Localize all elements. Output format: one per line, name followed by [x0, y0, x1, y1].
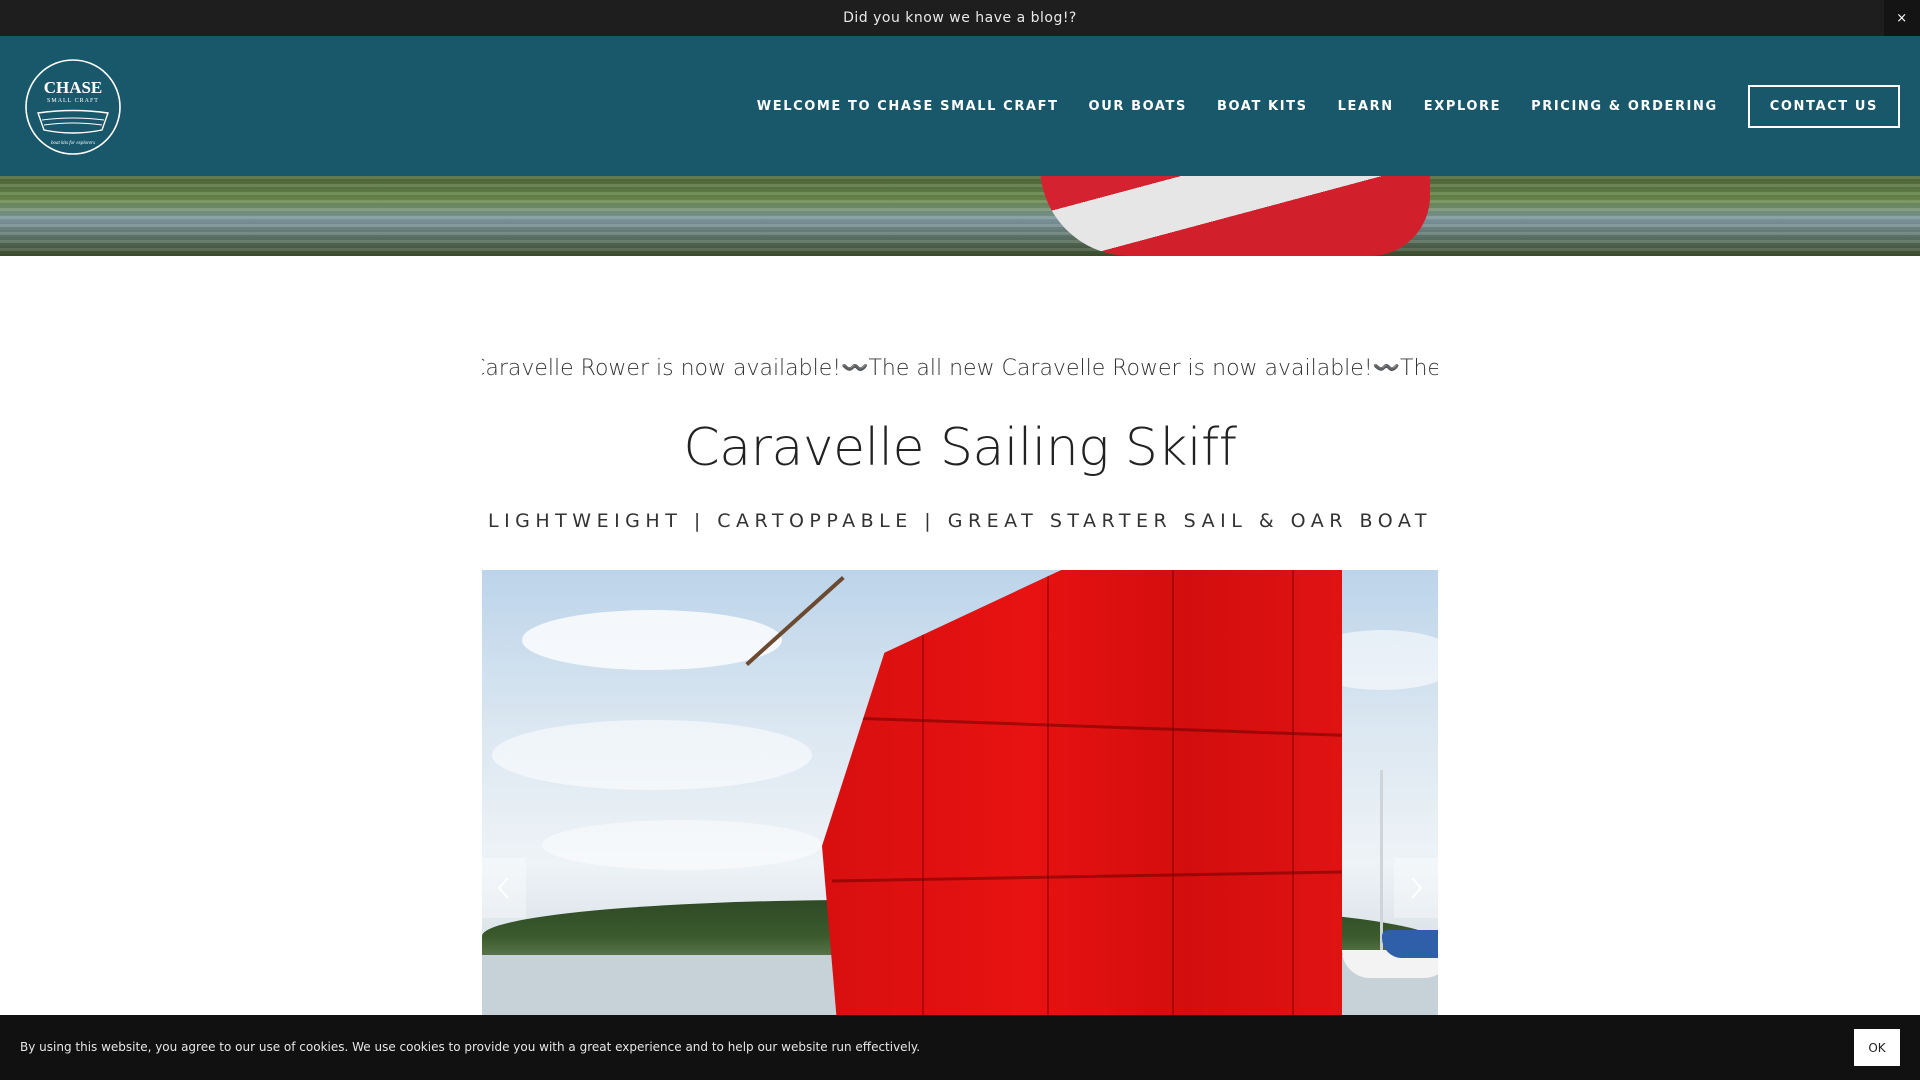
cookie-banner: By using this website, you agree to our …	[0, 1015, 1920, 1080]
sailboat-mast	[1380, 770, 1383, 980]
nav-item-explore[interactable]: EXPLORE	[1424, 99, 1501, 114]
cookie-ok-button[interactable]: OK	[1854, 1029, 1900, 1066]
announcement-bar[interactable]: Did you know we have a blog!? ×	[0, 0, 1920, 36]
page-title: Caravelle Sailing Skiff	[683, 418, 1237, 478]
logo-title: CHASE	[44, 78, 103, 97]
sail-seam	[1047, 570, 1049, 1020]
page-subtitle: LIGHTWEIGHT | CARTOPPABLE | GREAT STARTE…	[487, 510, 1432, 532]
main-nav: WELCOME TO CHASE SMALL CRAFT OUR BOATS B…	[727, 36, 1900, 176]
logo-tagline: boat kits for explorers	[51, 141, 95, 146]
cloud	[522, 610, 782, 670]
sail-seam	[1292, 570, 1294, 1020]
ticker-track: Caravelle Rower is now available!〰️The a…	[482, 356, 1438, 381]
logo-subtitle: SMALL CRAFT	[47, 98, 99, 104]
site-header: CHASE SMALL CRAFT boat kits for explorer…	[0, 36, 1920, 176]
contact-us-button[interactable]: CONTACT US	[1747, 84, 1900, 128]
sail-seam	[922, 570, 924, 1020]
chevron-right-icon	[1411, 877, 1423, 899]
slideshow-prev-button[interactable]	[482, 858, 526, 918]
ticker-segment: Caravelle Rower is now available!	[482, 356, 842, 381]
sail-seam	[1172, 570, 1174, 1020]
close-announcement-button[interactable]: ×	[1884, 0, 1920, 36]
sail-spar	[745, 576, 845, 666]
sail-image	[1040, 176, 1430, 256]
nav-item-pricing-ordering[interactable]: PRICING & ORDERING	[1531, 99, 1718, 114]
logo-icon: CHASE SMALL CRAFT boat kits for explorer…	[25, 59, 121, 155]
slideshow-next-button[interactable]	[1394, 858, 1438, 918]
chevron-left-icon	[497, 877, 509, 899]
nav-item-learn[interactable]: LEARN	[1338, 99, 1394, 114]
site-logo[interactable]: CHASE SMALL CRAFT boat kits for explorer…	[24, 58, 122, 156]
sailboat-hull-blue	[1382, 930, 1438, 958]
sail-batten	[842, 716, 1342, 737]
red-sail	[822, 570, 1342, 1020]
ticker-segment: The all new Caravelle Rower is now avail…	[868, 356, 1373, 381]
sail-batten	[832, 870, 1342, 883]
nav-item-our-boats[interactable]: OUR BOATS	[1089, 99, 1187, 114]
nav-item-boat-kits[interactable]: BOAT KITS	[1217, 99, 1308, 114]
wave-icon: 〰️	[841, 356, 869, 381]
water-ripples	[0, 176, 1920, 256]
nav-item-welcome[interactable]: WELCOME TO CHASE SMALL CRAFT	[757, 99, 1059, 114]
wave-icon: 〰️	[1372, 356, 1401, 381]
cloud	[492, 720, 812, 790]
cookie-text: By using this website, you agree to our …	[20, 1040, 921, 1054]
announcement-ticker: Caravelle Rower is now available!〰️The a…	[482, 352, 1438, 388]
hero-banner-image	[0, 176, 1920, 256]
ticker-segment: The all new Caravel	[1400, 356, 1438, 381]
image-slideshow[interactable]	[482, 570, 1438, 1020]
announcement-text[interactable]: Did you know we have a blog!?	[843, 10, 1077, 26]
cloud	[542, 820, 822, 870]
close-icon: ×	[1896, 10, 1908, 26]
